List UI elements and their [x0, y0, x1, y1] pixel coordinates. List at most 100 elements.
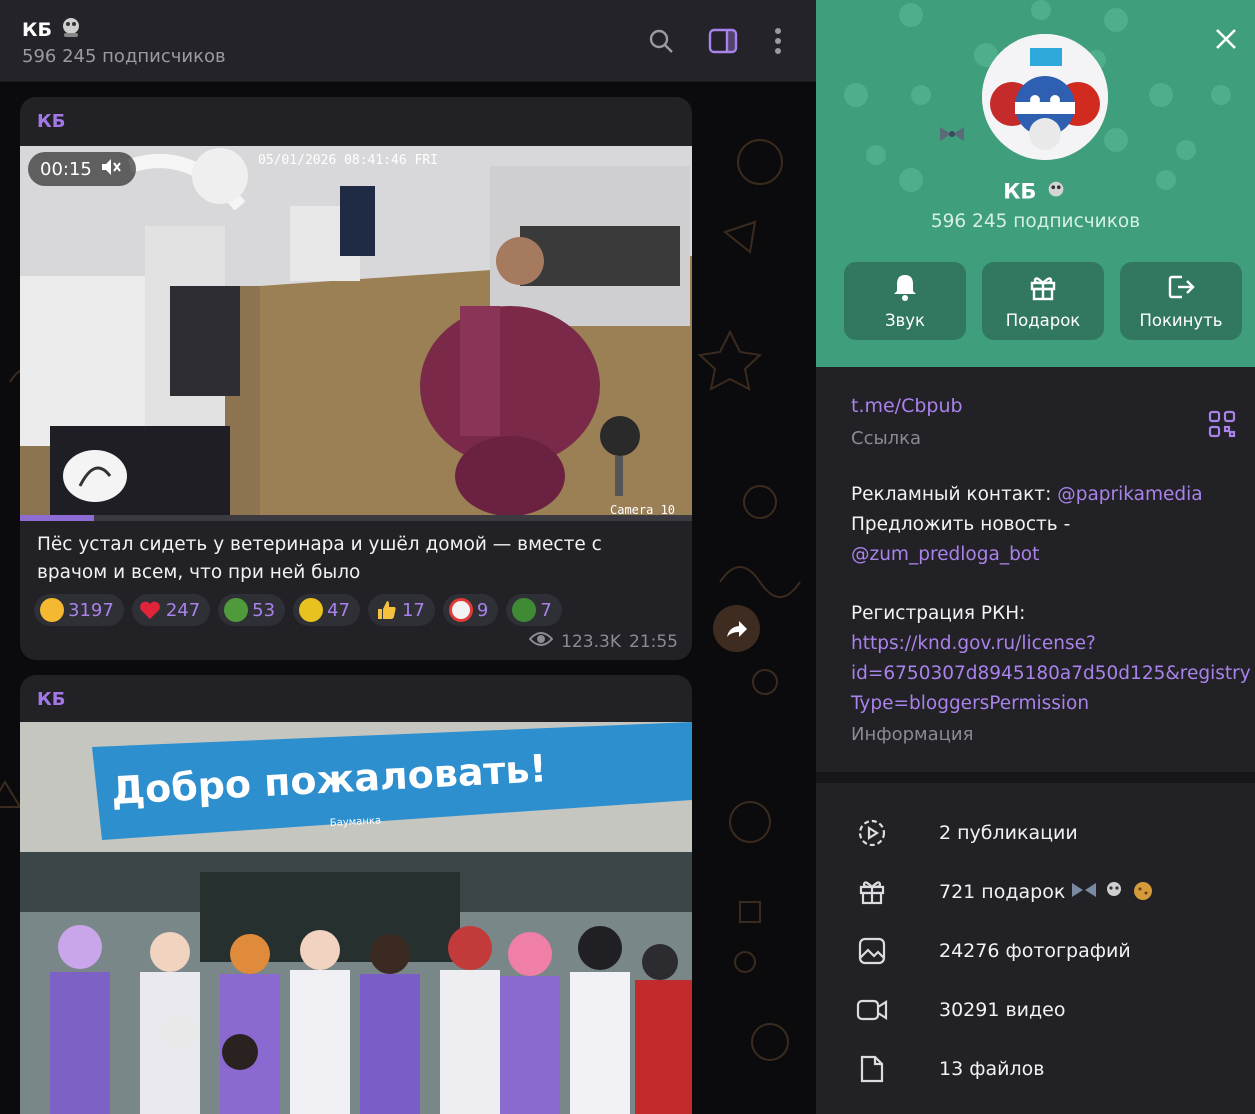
suggest-bot-link[interactable]: @zum_predloga_bot: [851, 540, 1246, 570]
gift-button[interactable]: Подарок: [982, 262, 1104, 340]
channel-avatar[interactable]: [982, 34, 1108, 160]
rkn-link[interactable]: https://knd.gov.ru/license? id=6750307d8…: [851, 629, 1251, 719]
eye-icon: [528, 631, 554, 652]
panel-header: КБ 596 245 подписчиков Звук Подарок Поки…: [816, 0, 1255, 367]
rkn-link-line: Type=bloggersPermission: [851, 693, 1090, 714]
reaction-count: 9: [476, 599, 489, 621]
bow-tie-icon: [939, 126, 965, 146]
leave-label: Покинуть: [1139, 310, 1223, 330]
reactions-bar: 3197 247 53 47 17 9 7: [34, 594, 562, 626]
rofl-emoji-icon: [40, 598, 64, 622]
stat-label: 13 файлов: [939, 1058, 1045, 1080]
panel-subscribers: 596 245 подписчиков: [930, 211, 1141, 232]
photo-image: Добро пожаловать! Бауманка: [20, 722, 692, 1114]
channel-link[interactable]: t.me/Cbpub: [851, 395, 963, 417]
robot-gift-icon: [1103, 879, 1125, 906]
channel-info-panel: КБ 596 245 подписчиков Звук Подарок Поки…: [816, 0, 1255, 1114]
video-duration-badge[interactable]: 00:15: [28, 152, 136, 186]
reaction-pepe-sad[interactable]: 7: [506, 594, 562, 626]
rkn-label: Регистрация РКН:: [851, 603, 1026, 624]
stat-label: 721 подарок: [939, 881, 1066, 903]
bell-icon: [892, 273, 918, 305]
sound-button[interactable]: Звук: [844, 262, 966, 340]
ad-contact-line: Рекламный контакт: @paprikamedia: [851, 480, 1246, 510]
stat-row-videos[interactable]: 30291 видео: [816, 981, 1255, 1039]
suggest-label: Предложить новость -: [851, 514, 1071, 535]
qr-code-icon[interactable]: [1208, 410, 1236, 438]
reaction-clown[interactable]: 9: [442, 594, 499, 626]
smirk-emoji-icon: [299, 598, 324, 622]
channel-title-text: КБ: [22, 18, 53, 41]
message-caption: Пёс устал сидеть у ветеринара и ушёл дом…: [37, 534, 602, 583]
channel-emoji-icon: [58, 14, 84, 45]
channel-title[interactable]: КБ: [22, 14, 84, 45]
stat-label: 24276 фотографий: [939, 940, 1131, 962]
video-player[interactable]: 05/01/2026 08:41:46 FRI Camera 10 00:15: [20, 146, 692, 521]
more-vertical-icon[interactable]: [761, 24, 795, 58]
message-time: 21:55: [629, 631, 678, 652]
stat-row-stories[interactable]: 2 публикации: [816, 804, 1255, 862]
reaction-count: 247: [165, 599, 201, 621]
ad-contact-link[interactable]: @paprikamedia: [1057, 484, 1202, 505]
reaction-count: 7: [540, 599, 552, 621]
video-progress-bar[interactable]: [20, 515, 692, 521]
stat-label: 2 публикации: [939, 822, 1078, 844]
clown-emoji-icon: [448, 598, 473, 622]
mute-icon[interactable]: [100, 157, 122, 182]
link-caption: Ссылка: [851, 428, 922, 449]
file-icon: [856, 1053, 888, 1085]
video-icon: [856, 994, 888, 1026]
reaction-rofl[interactable]: 3197: [34, 594, 124, 626]
chat-pane: КБ 596 245 подписчиков КБ 05/01/2026 08:…: [0, 0, 816, 1114]
video-timestamp-overlay: 05/01/2026 08:41:46 FRI: [258, 153, 438, 168]
search-icon[interactable]: [644, 24, 678, 58]
stat-label: 30291 видео: [939, 999, 1066, 1021]
chat-header: КБ 596 245 подписчиков: [0, 0, 816, 82]
reaction-count: 17: [401, 599, 425, 621]
message-author[interactable]: КБ: [37, 689, 65, 710]
video-frame: 05/01/2026 08:41:46 FRI Camera 10: [20, 146, 692, 521]
reaction-count: 3197: [68, 599, 114, 621]
video-duration: 00:15: [40, 158, 92, 180]
pepe-sad-emoji-icon: [512, 598, 537, 622]
message-author[interactable]: КБ: [37, 111, 65, 132]
reaction-thumbs-up[interactable]: 17: [367, 594, 435, 626]
rkn-link-line: id=6750307d8945180a7d50d125&registry: [851, 663, 1251, 684]
pepe-emoji-icon: [224, 598, 249, 622]
close-icon[interactable]: [1209, 22, 1243, 56]
section-divider: [816, 772, 1255, 783]
stat-row-files[interactable]: 13 файлов: [816, 1040, 1255, 1098]
leave-icon: [1166, 273, 1196, 305]
stat-label-gifts: 721 подарок: [939, 879, 1155, 906]
heart-emoji-icon: [138, 598, 162, 622]
reaction-smirk[interactable]: 47: [293, 594, 360, 626]
message-views: 123.3K: [561, 631, 621, 652]
reaction-heart[interactable]: 247: [131, 594, 211, 626]
photo[interactable]: Добро пожаловать! Бауманка: [20, 722, 692, 1114]
rkn-link-line: https://knd.gov.ru/license?: [851, 633, 1096, 654]
channel-subscribers: 596 245 подписчиков: [22, 46, 226, 67]
panel-channel-name: КБ: [816, 178, 1255, 207]
channel-emoji-icon: [1044, 181, 1068, 207]
info-caption: Информация: [851, 724, 974, 745]
panel-channel-name-text: КБ: [1003, 179, 1037, 204]
channel-description: Рекламный контакт: @paprikamedia Предлож…: [851, 480, 1246, 570]
cookie-gift-icon: [1131, 879, 1155, 906]
reaction-pepe[interactable]: 53: [218, 594, 286, 626]
ad-contact-label: Рекламный контакт:: [851, 484, 1058, 505]
reaction-count: 53: [252, 599, 276, 621]
forward-button[interactable]: [713, 605, 760, 652]
reaction-count: 47: [327, 599, 350, 621]
sidebar-toggle-icon[interactable]: [706, 24, 740, 58]
rkn-section: Регистрация РКН: https://knd.gov.ru/lice…: [851, 599, 1251, 719]
sound-label: Звук: [884, 310, 926, 330]
video-progress-fill: [20, 515, 94, 521]
message-bubble[interactable]: КБ Добро пожаловать! Бауманка: [20, 675, 692, 1114]
leave-button[interactable]: Покинуть: [1120, 262, 1242, 340]
stories-icon: [856, 817, 888, 849]
stat-row-photos[interactable]: 24276 фотографий: [816, 922, 1255, 980]
forward-arrow-icon: [726, 620, 747, 637]
action-buttons: Звук Подарок Покинуть: [844, 262, 1242, 340]
message-bubble[interactable]: КБ 05/01/2026 08:41:46 FRI Camera 10 00:…: [20, 97, 692, 660]
stat-row-gifts[interactable]: 721 подарок: [816, 863, 1255, 921]
